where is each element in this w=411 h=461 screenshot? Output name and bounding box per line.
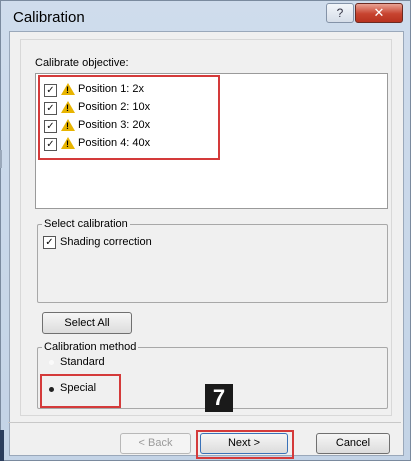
- window-edge-mark: [0, 430, 4, 461]
- shading-correction-checkbox[interactable]: ✓: [43, 236, 56, 249]
- title-bar[interactable]: Calibration ? ✕: [1, 1, 410, 31]
- shading-correction-label[interactable]: Shading correction: [60, 236, 152, 248]
- window-edge-mark: [0, 150, 2, 168]
- calibration-method-legend: Calibration method: [42, 341, 139, 353]
- close-button[interactable]: ✕: [355, 3, 403, 23]
- step-number-badge: 7: [205, 384, 233, 412]
- cancel-button[interactable]: Cancel: [316, 433, 390, 454]
- standard-radio[interactable]: [49, 360, 54, 365]
- select-all-button[interactable]: Select All: [42, 312, 132, 334]
- window-title: Calibration: [13, 9, 85, 26]
- standard-option-label[interactable]: Standard: [60, 356, 105, 368]
- objective-highlight-box: [38, 75, 220, 160]
- help-button[interactable]: ?: [326, 3, 354, 23]
- next-highlight-box: [196, 430, 294, 459]
- button-divider: [8, 422, 401, 423]
- special-highlight-box: [40, 374, 121, 408]
- calibrate-objective-label: Calibrate objective:: [35, 57, 129, 69]
- back-button[interactable]: < Back: [120, 433, 191, 454]
- select-calibration-legend: Select calibration: [42, 218, 130, 230]
